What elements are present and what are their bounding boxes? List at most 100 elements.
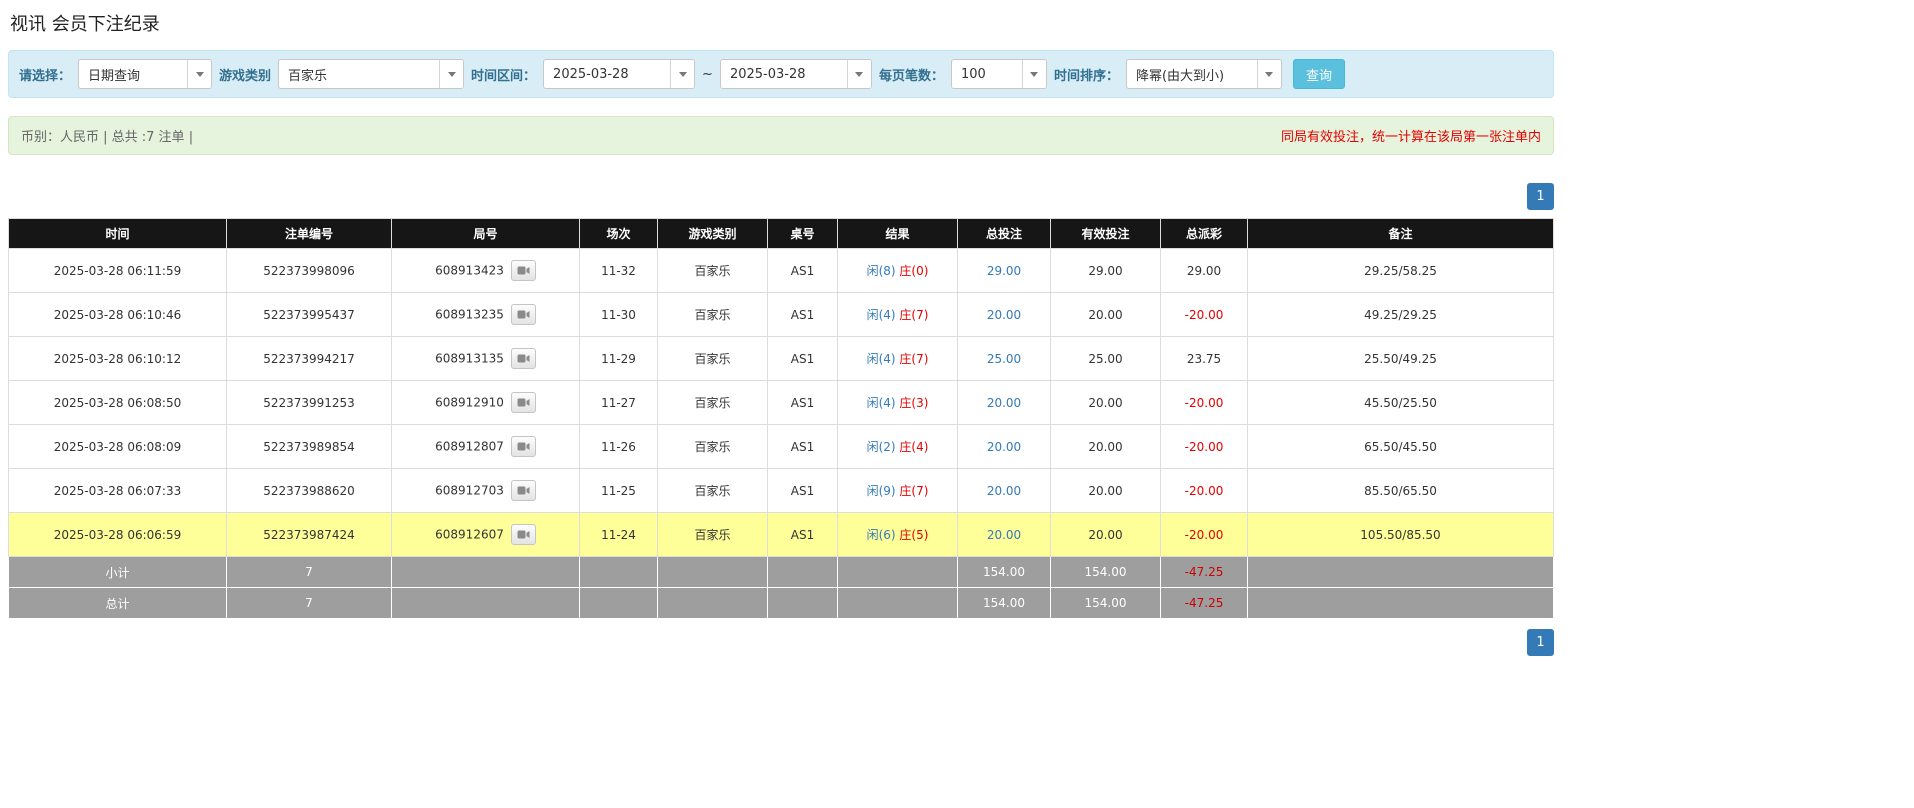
range-separator: ~ [702,66,713,82]
cell-table-no: AS1 [767,512,838,557]
date-from-input[interactable]: 2025-03-28 [543,59,696,89]
caret-glyph [678,71,687,77]
filter-bar: 请选择： 日期查询 游戏类别 百家乐 时间区间： 2025-03-28 ~ 20… [8,50,1554,98]
page-button-1[interactable]: 1 [1527,629,1554,656]
round-number: 608912910 [435,395,504,410]
summary-total-bet: 154.00 [957,556,1051,588]
cell-total-bet: 20.00 [957,424,1051,469]
video-replay-icon[interactable] [510,524,536,545]
summary-total-bet: 154.00 [957,587,1051,619]
summary-empty-cell [579,587,658,619]
date-to-value: 2025-03-28 [729,66,806,82]
cell-remark: 29.25/58.25 [1247,248,1554,293]
total-bet-link[interactable]: 20.00 [987,484,1021,498]
notice-text: 同局有效投注，统一计算在该局第一张注单内 [1280,130,1541,145]
cell-payout: -20.00 [1160,512,1248,557]
video-replay-icon[interactable] [510,392,536,413]
search-button[interactable]: 查询 [1292,59,1345,89]
cell-table-no: AS1 [767,292,838,337]
cell-bet-id: 522373995437 [226,292,392,337]
total-bet-link[interactable]: 25.00 [987,352,1021,366]
result-banker: 庄(7) [899,484,929,498]
cell-remark: 65.50/45.50 [1247,424,1554,469]
cell-bet-id: 522373988620 [226,468,392,513]
video-camera-glyph [517,530,530,539]
total-bet-link[interactable]: 20.00 [987,396,1021,410]
game-type-label: 游戏类别 [219,68,272,84]
total-bet-link[interactable]: 29.00 [987,264,1021,278]
column-header: 桌号 [767,218,838,249]
column-header: 场次 [579,218,658,249]
cell-round: 608912910 [391,380,580,425]
cell-table-no: AS1 [767,336,838,381]
cell-remark: 85.50/65.50 [1247,468,1554,513]
pagination-bottom: 1 [8,629,1554,656]
game-type-select[interactable]: 百家乐 [278,59,465,89]
table-row: 2025-03-28 06:08:09 522373989854 608912807… [8,424,1554,469]
cell-session: 11-32 [579,248,658,293]
cell-result: 闲(4) 庄(3) [837,380,958,425]
round-number: 608912703 [435,483,504,498]
cell-remark: 49.25/29.25 [1247,292,1554,337]
column-header: 总投注 [957,218,1051,249]
caret-glyph [1265,71,1274,77]
notice-bar: 币别：人民币 | 总共 :7 注单 | 同局有效投注，统一计算在该局第一张注单内 [8,116,1554,155]
query-type-label: 请选择： [19,68,72,84]
table-row: 2025-03-28 06:10:46 522373995437 608913235… [8,292,1554,337]
summary-empty-cell [1247,587,1554,619]
cell-result: 闲(8) 庄(0) [837,248,958,293]
cell-remark: 105.50/85.50 [1247,512,1554,557]
page-size-value: 100 [960,66,986,82]
cell-session: 11-26 [579,424,658,469]
chevron-down-icon[interactable] [187,60,212,88]
cell-valid-bet: 20.00 [1050,292,1161,337]
total-bet-link[interactable]: 20.00 [987,440,1021,454]
chevron-down-icon[interactable] [1256,60,1281,88]
pagination-top: 1 [8,183,1554,210]
cell-round: 608912703 [391,468,580,513]
page-container: 视讯 会员下注纪录 请选择： 日期查询 游戏类别 百家乐 时间区间： 2025-… [8,0,1554,656]
total-bet-link[interactable]: 20.00 [987,308,1021,322]
cell-result: 闲(4) 庄(7) [837,336,958,381]
cell-payout: 23.75 [1160,336,1248,381]
date-from-value: 2025-03-28 [553,66,629,82]
result-player: 闲(6) [866,528,896,542]
table-body: 2025-03-28 06:11:59 522373998096 608913423… [8,248,1554,619]
query-type-select[interactable]: 日期查询 [78,59,213,89]
result-banker: 庄(7) [899,352,929,366]
cell-total-bet: 20.00 [957,380,1051,425]
summary-valid-bet: 154.00 [1050,556,1161,588]
video-replay-icon[interactable] [510,304,536,325]
chevron-down-icon[interactable] [670,60,695,88]
summary-row: 小计 7 154.00 154.00 -47.25 [8,556,1554,588]
video-replay-icon[interactable] [510,480,536,501]
total-bet-link[interactable]: 20.00 [987,528,1021,542]
page-size-select[interactable]: 100 [950,59,1047,89]
table-header-row: 时间 注单编号 局号 场次 游戏类别 桌号 结果 总投注 有效投注 总派彩 备注 [8,218,1554,249]
chevron-down-icon[interactable] [439,60,464,88]
summary-count: 7 [226,587,392,619]
summary-payout: -47.25 [1160,556,1248,588]
date-to-input[interactable]: 2025-03-28 [719,59,872,89]
chevron-down-icon[interactable] [846,60,871,88]
cell-table-no: AS1 [767,468,838,513]
video-replay-icon[interactable] [510,348,536,369]
cell-round: 608913135 [391,336,580,381]
video-replay-icon[interactable] [510,436,536,457]
cell-bet-id: 522373994217 [226,336,392,381]
page-button-1[interactable]: 1 [1527,183,1554,210]
cell-bet-id: 522373989854 [226,424,392,469]
cell-time: 2025-03-28 06:08:09 [8,424,227,469]
table-row: 2025-03-28 06:10:12 522373994217 608913135… [8,336,1554,381]
cell-session: 11-24 [579,512,658,557]
cell-total-bet: 20.00 [957,468,1051,513]
time-sort-select[interactable]: 降幂(由大到小) [1125,59,1282,89]
video-replay-icon[interactable] [510,260,536,281]
cell-valid-bet: 20.00 [1050,380,1161,425]
cell-total-bet: 25.00 [957,336,1051,381]
summary-empty-cell [657,587,768,619]
cell-time: 2025-03-28 06:11:59 [8,248,227,293]
chevron-down-icon[interactable] [1021,60,1046,88]
summary-empty-cell [579,556,658,588]
video-camera-glyph [517,442,530,451]
